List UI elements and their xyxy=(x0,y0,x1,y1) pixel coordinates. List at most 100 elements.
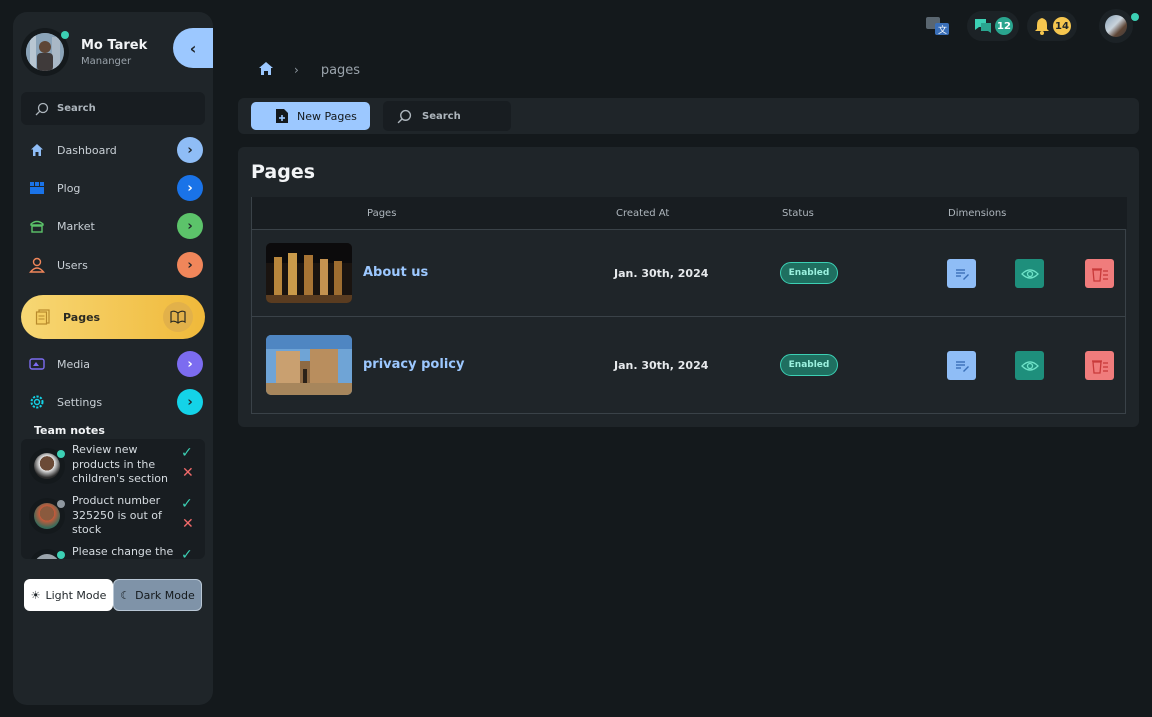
pages-table: Pages Created At Status Dimensions About xyxy=(251,197,1127,414)
page-title-link[interactable]: About us xyxy=(363,265,428,280)
sun-icon: ☀ xyxy=(30,588,41,602)
page-thumbnail xyxy=(266,335,352,395)
dismiss-note-close-icon[interactable]: ✕ xyxy=(182,465,194,481)
sidebar-item-label: Market xyxy=(57,219,95,233)
status-badge: Enabled xyxy=(780,262,838,284)
sidebar-item-label: Pages xyxy=(63,310,101,324)
chevron-right-icon: › xyxy=(177,389,203,415)
team-note-text: Product number 325250 is out of stock xyxy=(72,494,162,536)
table-row[interactable]: privacy policy Jan. 30th, 2024 Enabled xyxy=(252,318,1125,414)
moon-icon: ☾ xyxy=(120,588,131,602)
team-notes-title: Team notes xyxy=(34,424,105,437)
sidebar-item-media[interactable]: Media › xyxy=(21,349,205,379)
user-icon xyxy=(27,255,47,275)
sidebar-search[interactable]: Search xyxy=(21,92,205,125)
edit-icon xyxy=(955,268,969,280)
view-page-button[interactable] xyxy=(1015,351,1044,380)
sidebar-item-label: Media xyxy=(57,357,91,371)
eye-icon xyxy=(1020,360,1039,371)
gear-icon xyxy=(27,392,47,412)
sidebar-item-label: Dashboard xyxy=(57,143,117,157)
user-avatar-button[interactable] xyxy=(1099,9,1139,43)
dark-mode-button[interactable]: ☾ Dark Mode xyxy=(113,579,202,611)
delete-page-button[interactable] xyxy=(1085,351,1114,380)
edit-page-button[interactable] xyxy=(947,259,976,288)
sidebar-item-plog[interactable]: Plog › xyxy=(21,173,205,203)
sidebar-item-users[interactable]: Users › xyxy=(21,250,205,280)
collapse-sidebar-button[interactable]: ‹ xyxy=(173,28,213,68)
sidebar-item-dashboard[interactable]: Dashboard › xyxy=(21,135,205,165)
sidebar-item-label: Settings xyxy=(57,395,103,409)
column-header-status[interactable]: Status xyxy=(782,208,814,219)
market-icon xyxy=(27,216,47,236)
profile-name: Mo Tarek xyxy=(81,38,148,53)
approve-note-check-icon[interactable]: ✓ xyxy=(181,445,193,461)
table-row[interactable]: About us Jan. 30th, 2024 Enabled xyxy=(252,229,1125,317)
chevron-right-icon: › xyxy=(294,63,299,77)
sidebar-item-settings[interactable]: Settings › xyxy=(21,387,205,417)
pages-panel: Pages Pages Created At Status Dimensions xyxy=(238,147,1139,427)
sidebar-item-label: Users xyxy=(57,258,88,272)
avatar[interactable] xyxy=(21,28,69,76)
notifications-button[interactable]: 14 xyxy=(1027,11,1077,41)
chevron-left-icon: ‹ xyxy=(189,38,197,58)
delete-page-button[interactable] xyxy=(1085,259,1114,288)
trash-icon xyxy=(1091,359,1108,374)
column-header-pages[interactable]: Pages xyxy=(367,208,396,219)
column-header-dimensions[interactable]: Dimensions xyxy=(948,208,1006,219)
avatar xyxy=(29,498,65,534)
translate-icon: 文 xyxy=(926,17,949,36)
created-at-value: Jan. 30th, 2024 xyxy=(614,359,709,372)
chevron-right-icon: › xyxy=(177,137,203,163)
page-title-link[interactable]: privacy policy xyxy=(363,357,464,372)
sidebar-search-label: Search xyxy=(57,103,96,114)
chevron-right-icon: › xyxy=(177,252,203,278)
breadcrumb-current: pages xyxy=(320,62,361,78)
new-pages-button[interactable]: New Pages xyxy=(251,102,370,130)
view-page-button[interactable] xyxy=(1015,259,1044,288)
sidebar-item-market[interactable]: Market › xyxy=(21,211,205,241)
search-icon xyxy=(397,109,412,123)
trash-icon xyxy=(1091,267,1108,282)
sidebar: Mo Tarek Mananger ‹ Search Dashboard › P… xyxy=(13,12,213,705)
messages-count-badge: 12 xyxy=(995,17,1013,35)
chevron-right-icon: › xyxy=(177,213,203,239)
approve-note-check-icon[interactable]: ✓ xyxy=(181,547,193,559)
column-header-created-at[interactable]: Created At xyxy=(616,208,669,219)
profile-role: Mananger xyxy=(81,56,132,67)
pages-search-input[interactable]: Search xyxy=(383,101,511,131)
dismiss-note-close-icon[interactable]: ✕ xyxy=(182,516,194,532)
status-badge: Enabled xyxy=(780,354,838,376)
new-pages-label: New Pages xyxy=(297,109,357,123)
sidebar-item-pages[interactable]: Pages xyxy=(21,295,205,339)
team-note-text: Review new products in the children's se… xyxy=(72,443,169,485)
blog-icon xyxy=(27,178,47,198)
chevron-right-icon: › xyxy=(177,175,203,201)
page-thumbnail xyxy=(266,243,352,303)
theme-mode-toggle: ☀ Light Mode ☾ Dark Mode xyxy=(24,579,202,611)
pages-toolbar: New Pages Search xyxy=(238,98,1139,134)
team-notes-list[interactable]: Review new products in the children's se… xyxy=(21,439,205,559)
add-page-icon xyxy=(276,109,288,123)
online-status-dot xyxy=(61,31,69,39)
online-status-dot xyxy=(1131,13,1139,21)
home-icon[interactable] xyxy=(258,61,274,80)
approve-note-check-icon[interactable]: ✓ xyxy=(181,496,193,512)
messages-button[interactable]: 12 xyxy=(967,11,1019,41)
media-icon xyxy=(27,354,47,374)
edit-page-button[interactable] xyxy=(947,351,976,380)
created-at-value: Jan. 30th, 2024 xyxy=(614,267,709,280)
bell-icon xyxy=(1035,18,1049,35)
avatar xyxy=(29,549,65,559)
edit-icon xyxy=(955,360,969,372)
pages-search-label: Search xyxy=(422,110,461,122)
translate-button[interactable]: 文 xyxy=(924,14,952,38)
svg-text:文: 文 xyxy=(938,24,947,36)
chevron-right-icon: › xyxy=(177,351,203,377)
avatar-image xyxy=(26,33,64,71)
breadcrumb: › pages xyxy=(258,60,360,80)
eye-icon xyxy=(1020,268,1039,279)
avatar xyxy=(1105,15,1127,37)
avatar xyxy=(29,448,65,484)
light-mode-button[interactable]: ☀ Light Mode xyxy=(24,579,113,611)
